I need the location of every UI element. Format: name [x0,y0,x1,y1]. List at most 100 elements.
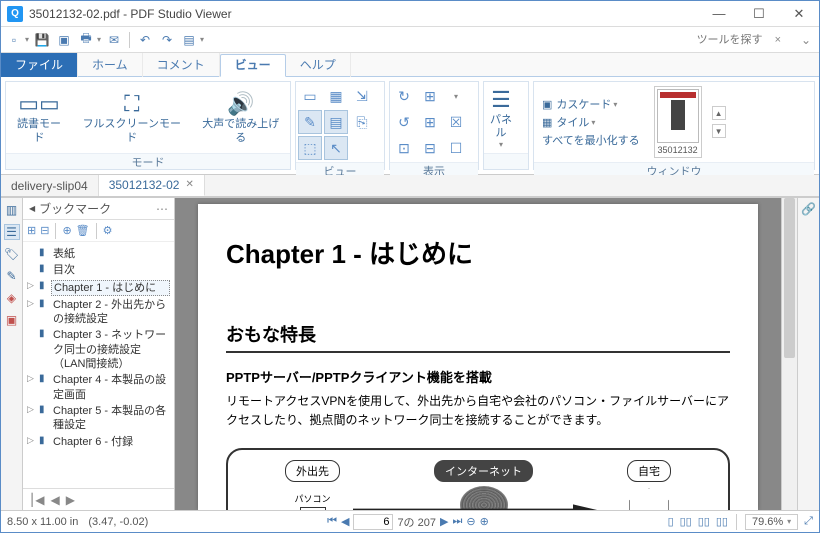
tool-icon[interactable]: ⊟ [418,136,442,160]
diagram-label: インターネット [434,460,533,482]
nav-first-icon[interactable]: ⎮◀ [29,493,44,507]
tab-home[interactable]: ホーム [78,53,143,77]
next-page-icon[interactable]: ▶ [440,515,448,528]
tool-icon[interactable]: ⎘ [350,110,374,134]
page-dimensions: 8.50 x 11.00 in [7,516,78,528]
panel-icon: ☰ [491,86,511,114]
bookmark-item[interactable]: ▮目次 [27,262,170,278]
email-icon[interactable]: ✉ [105,31,123,49]
prev-page-icon[interactable]: ◀ [341,515,349,528]
panel-button[interactable]: ☰ パネ ル ▾ [484,82,518,153]
tool-icon[interactable]: ▦ [324,84,348,108]
expand-icon[interactable]: ⊞ [27,224,36,237]
link-icon[interactable]: 🔗 [801,202,816,216]
menu-tabs: ファイル ホーム コメント ビュー ヘルプ [1,53,819,77]
forms-icon[interactable]: ▣ [4,312,20,328]
delete-icon[interactable]: 🗑 [76,224,90,237]
tool-icon[interactable]: ↻ [392,84,416,108]
attachments-icon[interactable]: 🏷 [4,246,20,262]
search-input[interactable] [649,34,769,46]
search-clear-icon[interactable]: × [775,34,781,46]
layout-cont-icon[interactable]: ▯▯ [680,515,692,528]
tab-view[interactable]: ビュー [220,54,286,77]
minimize-button[interactable]: — [699,1,739,27]
zoom-select[interactable]: 79.6%▾ [745,514,798,530]
fit-icon[interactable]: ⤢ [804,515,813,528]
tool-icon[interactable]: ⇲ [350,84,374,108]
layout-single-icon[interactable]: ▯ [668,515,674,528]
nav-prev-icon[interactable]: ◀ [50,493,59,507]
scrollbar-vertical[interactable] [781,198,797,510]
bookmark-item[interactable]: ▷▮Chapter 5 - 本製品の各種設定 [27,403,170,434]
bookmark-item[interactable]: ▮Chapter 3 - ネットワーク同士の接続設定（LAN間接続） [27,327,170,372]
read-aloud-button[interactable]: 🔊 大声で読み上げる [192,86,290,148]
bookmark-item[interactable]: ▮表紙 [27,246,170,262]
tool-icon[interactable] [350,136,374,160]
add-icon[interactable]: ⊕ [62,224,71,237]
document-tabs: delivery-slip04 35012132-02✕ [1,175,819,197]
bookmark-item[interactable]: ▷▮Chapter 6 - 付録 [27,434,170,450]
layout-facing-icon[interactable]: ▯▯ [698,515,710,528]
print-icon[interactable]: 🖶 [77,31,95,49]
fullscreen-icon: ⛶ [124,90,139,118]
cursor-coords: (3.47, -0.02) [88,516,148,528]
read-mode-button[interactable]: ▭▭ 読書モード [6,86,72,148]
spin-down-icon[interactable]: ▼ [712,124,726,138]
maximize-button[interactable]: ☐ [739,1,779,27]
page-viewport[interactable]: Chapter 1 - はじめに おもな特長 PPTPサーバー/PPTPクライア… [175,198,797,510]
layers-icon[interactable]: ◈ [4,290,20,306]
close-button[interactable]: ✕ [779,1,819,27]
tab-comment[interactable]: コメント [143,53,220,77]
redo-icon[interactable]: ↷ [158,31,176,49]
nav-next-icon[interactable]: ▶ [66,493,75,507]
tool-icon[interactable]: ▤ [324,110,348,134]
tab-file[interactable]: ファイル [1,53,78,77]
tool-icon[interactable]: ⊡ [392,136,416,160]
diagram: 外出先 パソコン インターネット 自宅 [226,448,730,510]
close-icon[interactable]: ✕ [185,174,193,196]
cascade-button[interactable]: ▣カスケード▾ [542,96,640,112]
section-heading: おもな特長 [226,321,730,353]
clipboard-icon[interactable]: ▤ [180,31,198,49]
subsection-heading: PPTPサーバー/PPTPクライアント機能を搭載 [226,367,730,386]
tool-icon[interactable]: ✎ [298,110,322,134]
signatures-icon[interactable]: ✎ [4,268,20,284]
chevron-down-icon[interactable]: ⌄ [797,31,815,49]
tool-icon[interactable]: ▭ [298,84,322,108]
minimize-all-button[interactable]: すべてを最小化する [542,132,640,148]
tool-icon[interactable]: ☒ [444,110,468,134]
panel-menu-icon[interactable]: ⋯ [156,202,168,216]
tab-help[interactable]: ヘルプ [286,53,351,77]
bookmark-item[interactable]: ▷▮Chapter 4 - 本製品の設定画面 [27,372,170,403]
first-page-icon[interactable]: ⏮ [327,515,337,528]
zoom-out-icon[interactable]: ⊖ [466,515,475,528]
zoom-in-icon[interactable]: ⊕ [480,515,489,528]
tool-icon[interactable]: ⊞ [418,110,442,134]
new-icon[interactable]: ▫ [5,31,23,49]
settings-icon[interactable]: ⚙ [103,224,113,237]
bookmarks-icon[interactable]: ☰ [4,224,20,240]
tool-icon[interactable]: ⊞ [418,84,442,108]
fullscreen-button[interactable]: ⛶ フルスクリーンモード [72,86,192,148]
doc-tab-active[interactable]: 35012132-02✕ [99,175,205,196]
doc-tab[interactable]: delivery-slip04 [1,175,99,196]
spin-up-icon[interactable]: ▲ [712,106,726,120]
collapse-icon[interactable]: ⊟ [40,224,49,237]
bookmark-item[interactable]: ▷▮Chapter 2 - 外出先からの接続設定 [27,297,170,328]
chevron-down-icon[interactable]: ▾ [444,84,468,108]
tile-button[interactable]: ▦タイル▾ [542,114,640,130]
open-icon[interactable]: ▣ [55,31,73,49]
undo-icon[interactable]: ↶ [136,31,154,49]
tool-icon[interactable]: ↖ [324,136,348,160]
page-input[interactable] [353,514,393,530]
tool-icon[interactable]: ⬚ [298,136,322,160]
tool-icon[interactable]: ↺ [392,110,416,134]
last-page-icon[interactable]: ⏭ [452,515,462,528]
page-count: 7の 207 [397,514,436,530]
pages-icon[interactable]: ▥ [4,202,20,218]
window-thumbnail[interactable]: 35012132 [654,86,702,158]
layout-cover-icon[interactable]: ▯▯ [716,515,728,528]
bookmark-item[interactable]: ▷▮Chapter 1 - はじめに [27,279,170,297]
save-icon[interactable]: 💾 [33,31,51,49]
tool-icon[interactable]: ☐ [444,136,468,160]
